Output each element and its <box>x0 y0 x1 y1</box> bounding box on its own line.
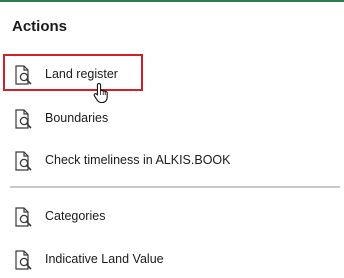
document-search-icon <box>15 250 32 270</box>
action-land-register[interactable]: Land register <box>0 56 344 92</box>
document-search-icon <box>15 207 32 227</box>
action-label: Indicative Land Value <box>45 252 164 266</box>
action-boundaries[interactable]: Boundaries <box>0 100 344 136</box>
section-divider <box>10 186 340 188</box>
action-check-timeliness[interactable]: Check timeliness in ALKIS.BOOK <box>0 142 344 178</box>
document-search-icon <box>15 65 32 85</box>
action-label: Check timeliness in ALKIS.BOOK <box>45 153 231 167</box>
action-indicative-land-value[interactable]: Indicative Land Value <box>0 241 344 277</box>
document-search-icon <box>15 151 32 171</box>
action-label: Boundaries <box>45 111 109 125</box>
action-label: Categories <box>45 209 106 223</box>
action-label: Land register <box>45 67 118 81</box>
panel-title: Actions <box>12 18 68 35</box>
top-accent-line <box>0 0 344 2</box>
action-categories[interactable]: Categories <box>0 198 344 234</box>
document-search-icon <box>15 109 32 129</box>
hand-pointer-cursor-icon <box>93 82 108 104</box>
